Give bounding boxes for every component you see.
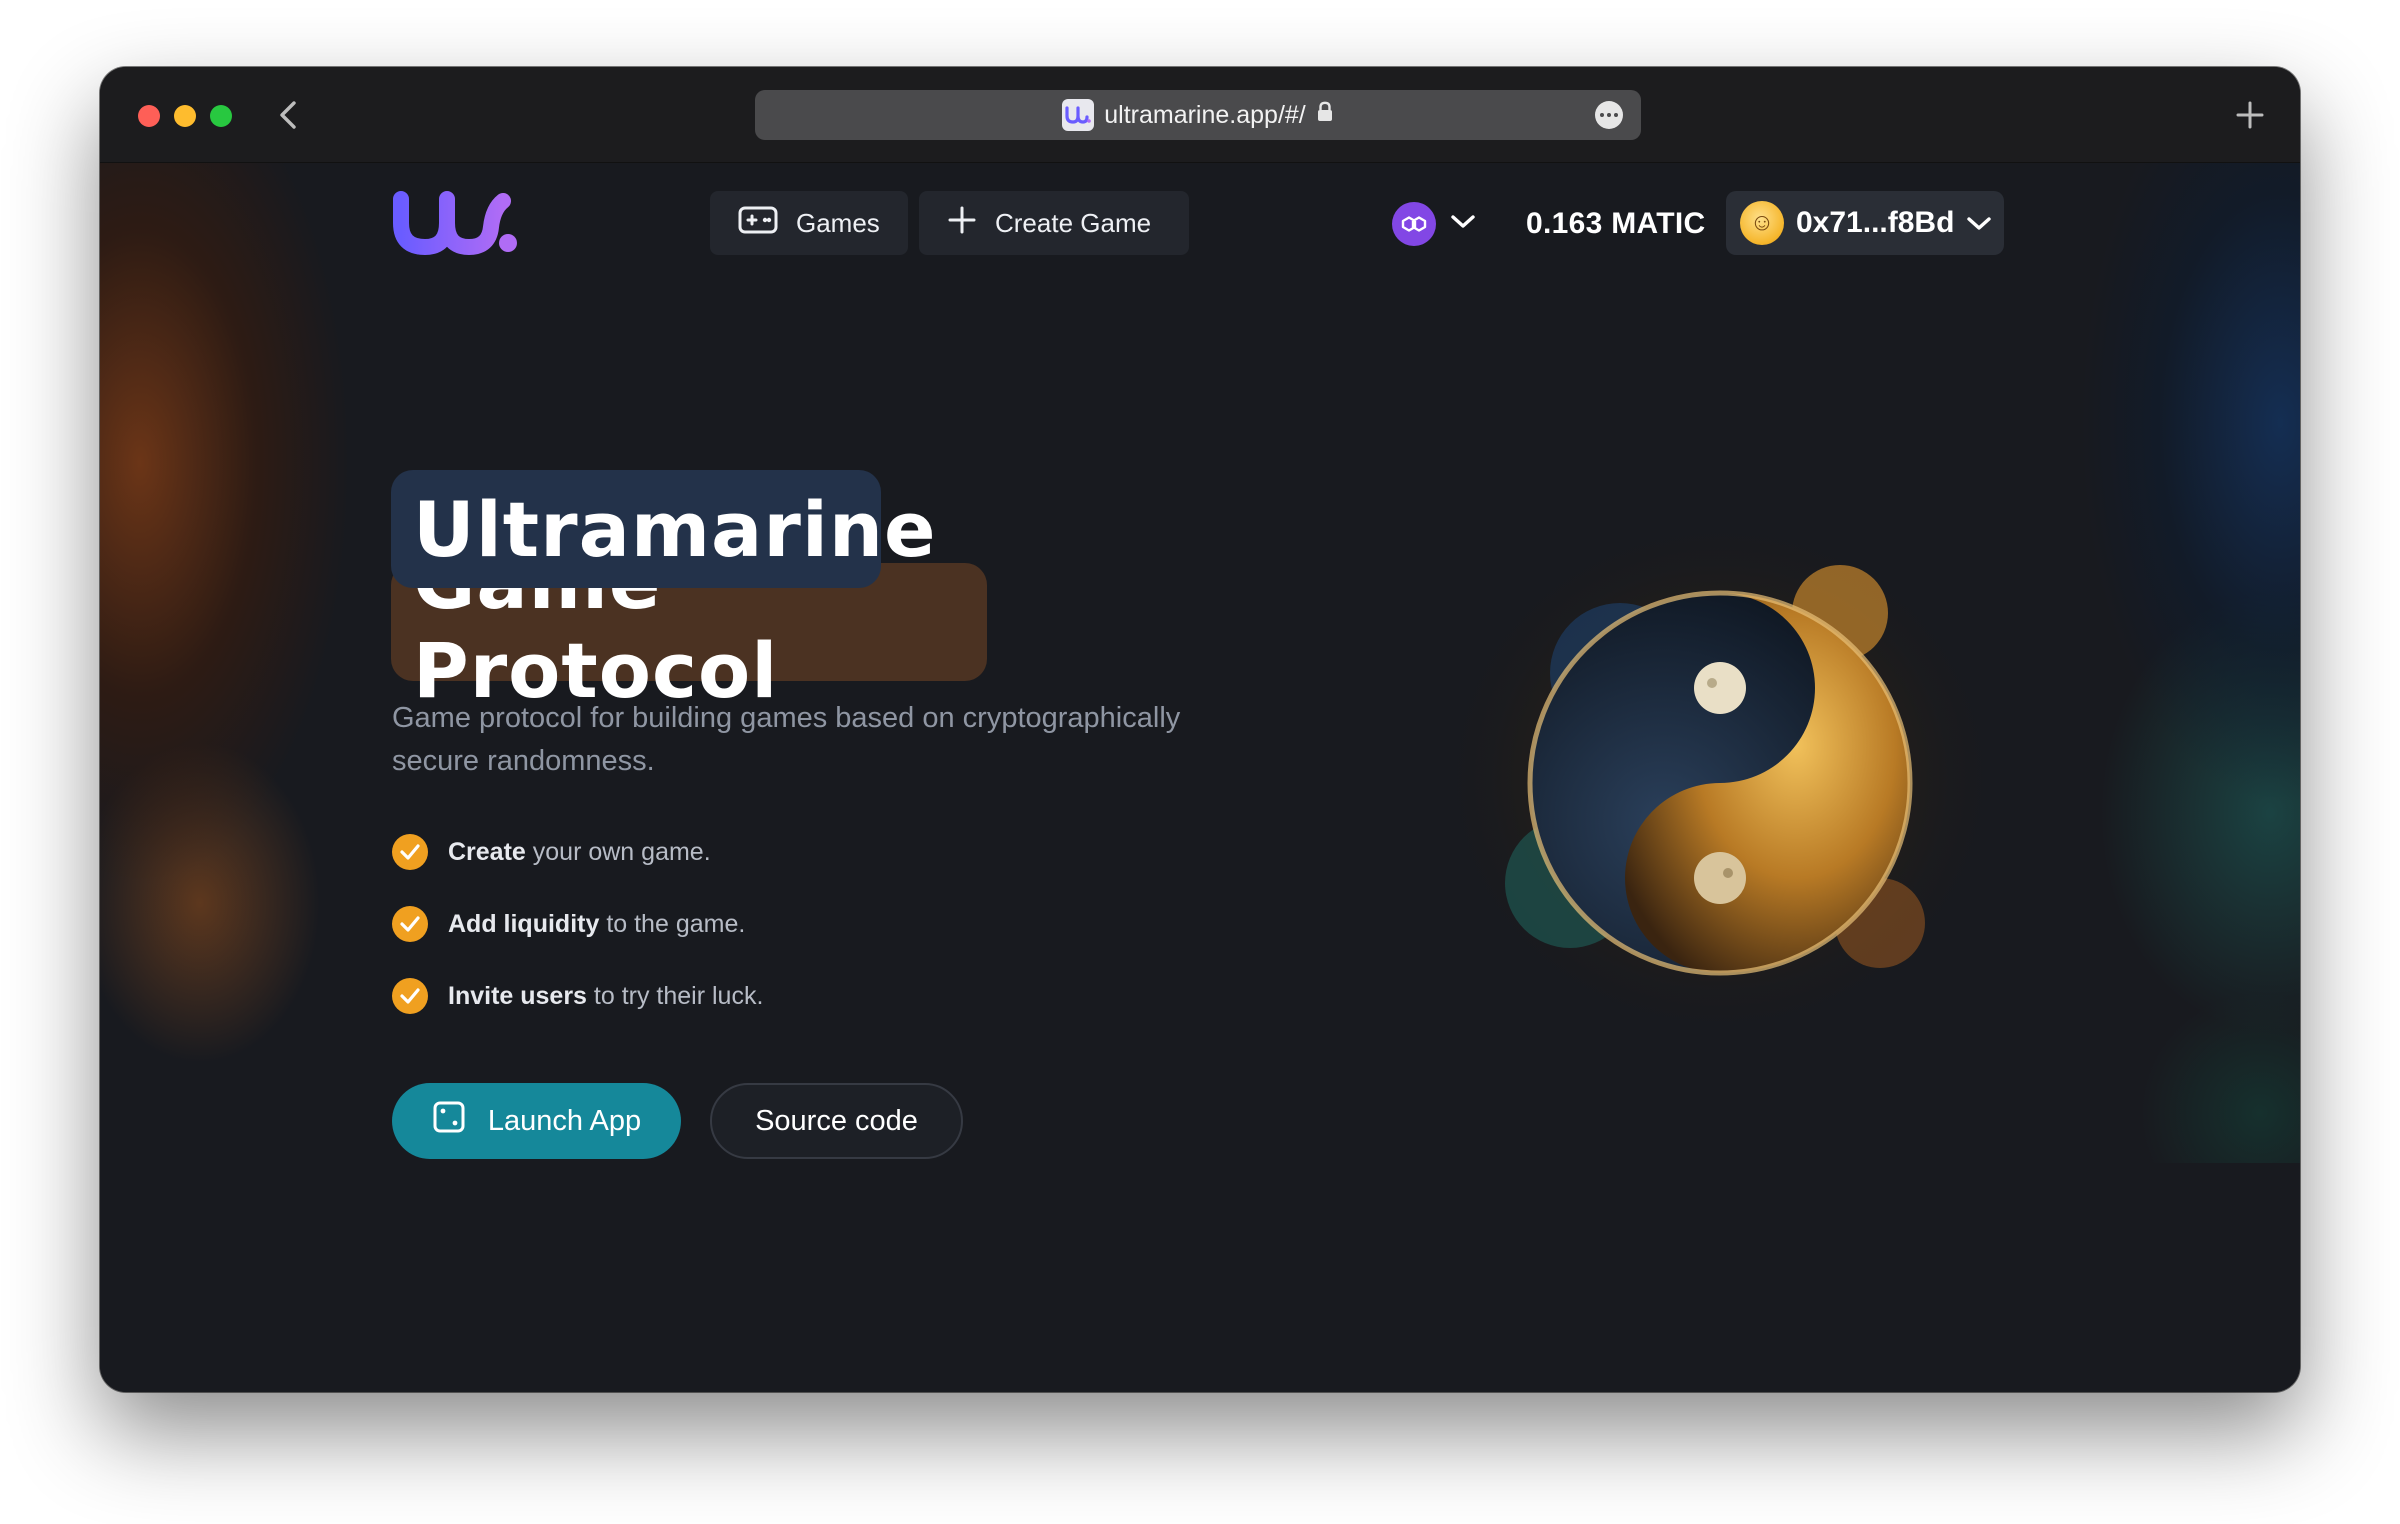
address-bar[interactable]: ultramarine.app/#/: [755, 90, 1641, 140]
launch-app-label: Launch App: [487, 1104, 642, 1137]
polygon-icon: [1392, 202, 1436, 246]
page-viewport: Games Create Game 0.163 MATIC ☺ 0x71...f…: [100, 163, 2300, 1392]
launch-app-button[interactable]: Launch App: [392, 1083, 681, 1159]
site-favicon-icon: [1062, 99, 1095, 131]
yin-yang-forest-illustration: [1420, 503, 2020, 1063]
source-code-button[interactable]: Source code: [710, 1083, 963, 1159]
nav-games-button[interactable]: Games: [710, 191, 908, 255]
network-selector[interactable]: [1388, 197, 1478, 251]
night-trees-decoration: [2000, 163, 2300, 1163]
chevron-down-icon: [1450, 214, 1476, 234]
emoji-avatar-icon: ☺: [1740, 201, 1784, 245]
nav-create-game-label: Create Game: [995, 207, 1152, 238]
feature-item: Invite users to try their luck.: [392, 976, 763, 1016]
nav-games-label: Games: [796, 207, 880, 238]
back-arrow-icon[interactable]: [270, 95, 310, 135]
close-window-button[interactable]: [138, 105, 160, 127]
url-text: ultramarine.app/#/: [1104, 100, 1306, 129]
gamepad-icon: [738, 206, 778, 241]
check-icon: [392, 906, 428, 942]
check-icon: [392, 978, 428, 1014]
nav-create-game-button[interactable]: Create Game: [919, 191, 1189, 255]
plus-icon: [947, 205, 977, 242]
wallet-balance: 0.163 MATIC: [1526, 207, 1706, 240]
maximize-window-button[interactable]: [210, 105, 232, 127]
feature-item: Add liquidity to the game.: [392, 904, 745, 944]
browser-window: ultramarine.app/#/ Games Create Game 0.1…: [100, 67, 2300, 1392]
feature-text: Add liquidity to the game.: [448, 909, 746, 938]
new-tab-plus-icon[interactable]: [2232, 97, 2268, 133]
account-address: 0x71...f8Bd: [1796, 206, 1955, 239]
hero-title-line-1: Ultramarine: [391, 470, 936, 588]
minimize-window-button[interactable]: [174, 105, 196, 127]
feature-item: Create your own game.: [392, 832, 711, 872]
feature-text: Invite users to try their luck.: [448, 981, 764, 1010]
feature-text: Create your own game.: [448, 837, 711, 866]
browser-titlebar: ultramarine.app/#/: [100, 67, 2300, 163]
ultramarine-logo-icon[interactable]: [391, 189, 521, 259]
source-code-label: Source code: [755, 1104, 918, 1137]
dice-icon: [432, 1100, 466, 1142]
lock-icon: [1316, 101, 1334, 130]
autumn-trees-decoration: [100, 163, 390, 1063]
chevron-down-icon: [1966, 206, 1992, 240]
more-options-icon[interactable]: [1595, 101, 1623, 129]
account-button[interactable]: ☺ 0x71...f8Bd: [1726, 191, 2004, 255]
check-icon: [392, 834, 428, 870]
